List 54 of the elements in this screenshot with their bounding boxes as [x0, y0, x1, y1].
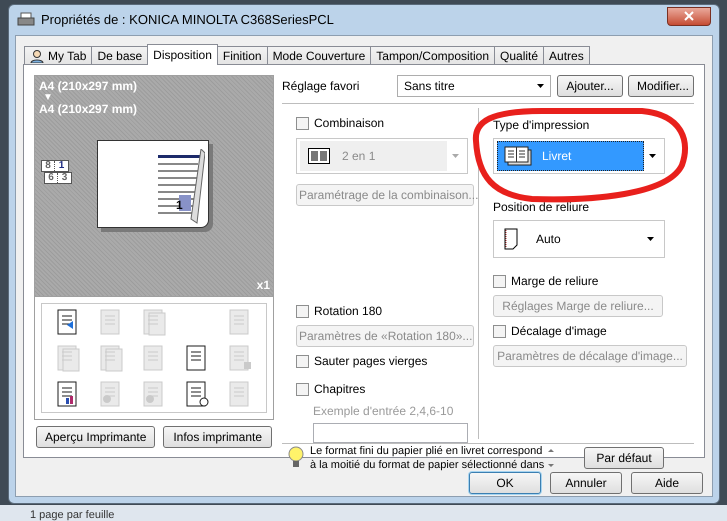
checkbox[interactable] — [296, 304, 309, 318]
field-label: Réglage favori — [282, 78, 360, 95]
dropdown-arrow-icon — [452, 154, 459, 158]
tab[interactable]: My Tab — [24, 46, 92, 65]
printer-icon — [17, 12, 35, 28]
field-hint: Exemple d'entrée 2,4,6-10 — [313, 403, 454, 420]
field-label: Type d'impression — [493, 117, 590, 134]
tab[interactable]: Autres — [543, 46, 590, 65]
light-bulb-icon — [288, 446, 304, 470]
arrow-icon: ▼ — [39, 93, 53, 103]
checkbox-label: Sauter pages vierges — [314, 353, 428, 370]
dialog-button[interactable]: OK — [469, 472, 541, 494]
tab[interactable]: Qualité — [494, 46, 544, 65]
booklet-icon — [504, 146, 532, 166]
preview-button[interactable]: Infos imprimante — [163, 426, 272, 448]
dialog-button[interactable]: Annuler — [550, 472, 622, 494]
tab[interactable]: Disposition — [147, 44, 218, 65]
chapters-input-field[interactable] — [313, 423, 468, 443]
dropdown-arrow-icon — [649, 154, 656, 158]
tab[interactable]: Tampon/Composition — [370, 46, 496, 65]
checkbox-label: Décalage d'image — [511, 323, 607, 340]
close-icon — [684, 11, 694, 21]
two-pages-icon — [308, 148, 330, 164]
checkbox-label: Marge de reliure — [511, 273, 598, 290]
checkbox[interactable] — [296, 354, 309, 368]
binding-position-select[interactable]: Auto — [493, 220, 665, 258]
checkbox[interactable] — [493, 324, 506, 338]
edit-button[interactable]: Modifier... — [628, 75, 694, 97]
checkbox-label: Combinaison — [314, 115, 384, 132]
paper-size: A4 (210x297 mm) — [39, 103, 138, 116]
window-title: Propriétés de : KONICA MINOLTA C368SeriesPCL — [41, 11, 334, 30]
add-button[interactable]: Ajouter... — [557, 75, 623, 97]
tab[interactable]: De base — [91, 46, 148, 65]
checkbox[interactable] — [296, 382, 309, 396]
dropdown-arrow-icon — [537, 84, 544, 88]
checkbox-label: Rotation 180 — [314, 303, 382, 320]
default-button[interactable]: Par défaut — [584, 447, 664, 469]
background-text: 1 page par feuille — [30, 509, 114, 521]
dialog-button[interactable]: Aide — [631, 472, 703, 494]
preview-button[interactable]: Aperçu Imprimante — [36, 426, 156, 448]
checkbox[interactable] — [493, 274, 506, 288]
checkbox-label: Chapitres — [314, 381, 366, 398]
tab[interactable]: Mode Couverture — [266, 46, 372, 65]
page-order-drawing: 8 1 6 3 — [41, 160, 72, 184]
copies-count: x1 — [256, 277, 270, 294]
paper-size: A4 (210x297 mm) — [39, 80, 138, 93]
favorite-select[interactable]: Sans titre — [397, 75, 551, 97]
dropdown-arrow-icon — [647, 237, 654, 241]
selected-option: Livret — [497, 141, 644, 171]
field-label: Position de reliure — [493, 199, 590, 216]
page-icon — [504, 228, 518, 250]
person-icon — [30, 49, 44, 63]
close-button[interactable] — [667, 6, 711, 26]
tab[interactable]: Finition — [216, 46, 268, 65]
